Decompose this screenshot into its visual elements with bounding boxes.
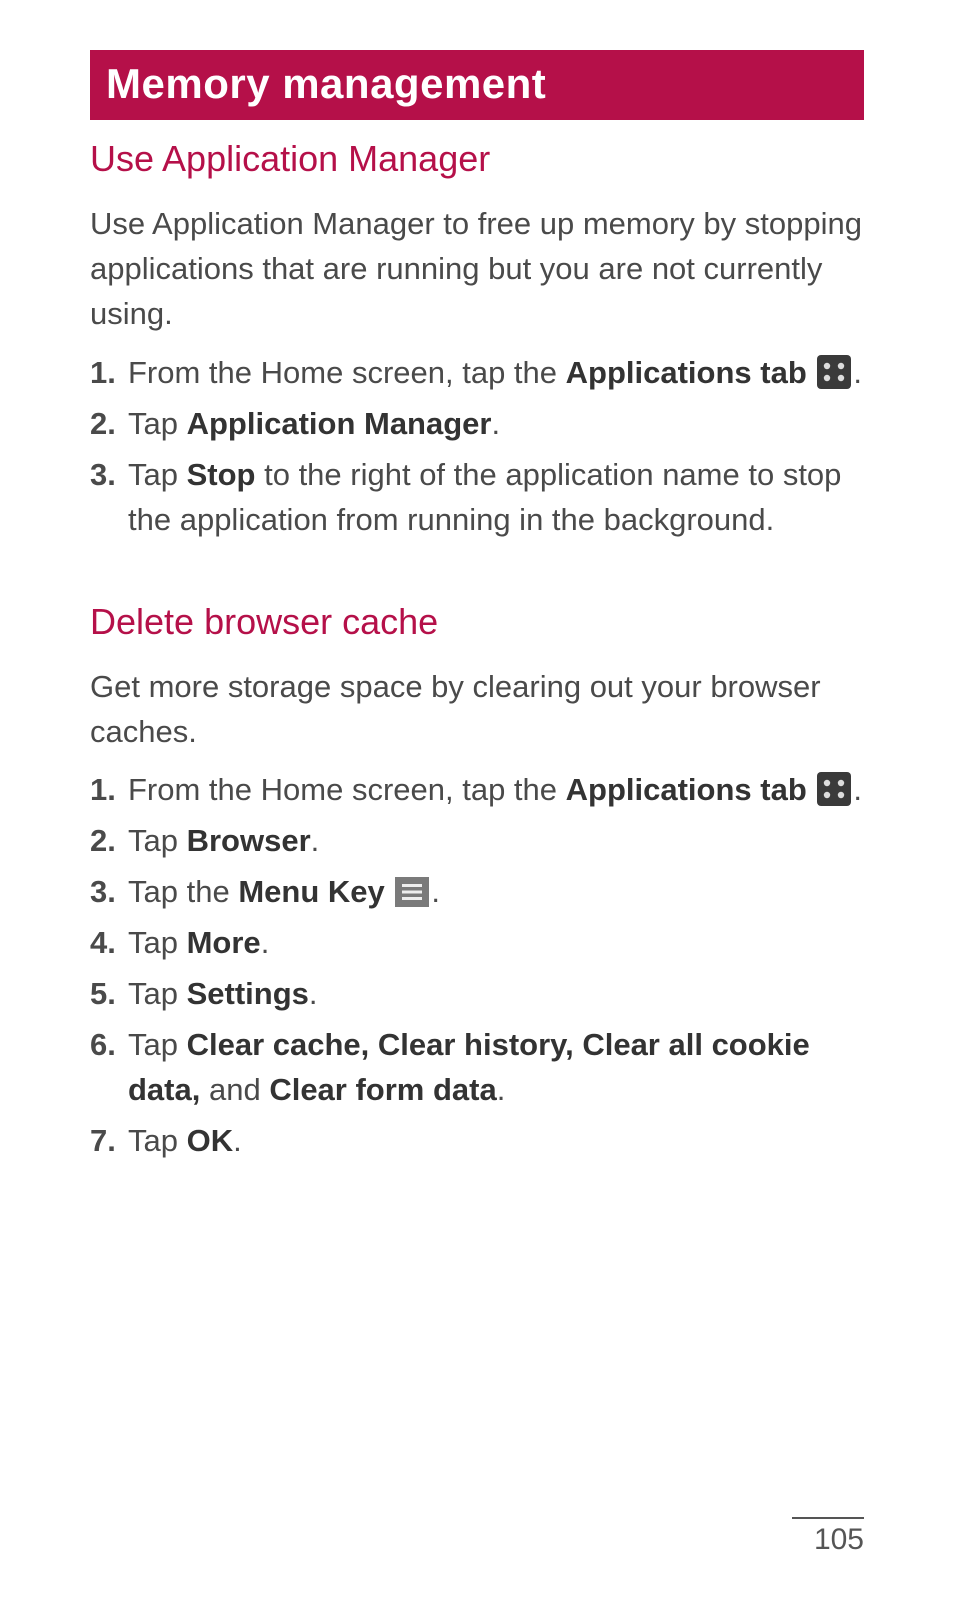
- section-heading-appmgr: Use Application Manager: [90, 138, 864, 180]
- page-number: 105: [792, 1523, 864, 1557]
- apps-tab-icon: [817, 355, 851, 389]
- step-number: 2.: [90, 402, 116, 447]
- steps-list-cache: 1. From the Home screen, tap the Applicat…: [90, 768, 864, 1164]
- step-item: 5. Tap Settings.: [90, 972, 864, 1017]
- apps-tab-icon: [817, 772, 851, 806]
- step-text: Tap OK.: [128, 1123, 242, 1158]
- step-number: 3.: [90, 453, 116, 498]
- section-intro-appmgr: Use Application Manager to free up memor…: [90, 202, 864, 337]
- step-text: From the Home screen, tap the Applicatio…: [128, 355, 862, 390]
- step-item: 1. From the Home screen, tap the Applicat…: [90, 351, 864, 396]
- step-text: Tap Stop to the right of the application…: [128, 457, 841, 537]
- section-heading-cache: Delete browser cache: [90, 601, 864, 643]
- step-number: 6.: [90, 1023, 116, 1068]
- steps-list-appmgr: 1. From the Home screen, tap the Applicat…: [90, 351, 864, 543]
- page-number-container: 105: [792, 1517, 864, 1557]
- step-number: 4.: [90, 921, 116, 966]
- step-item: 7. Tap OK.: [90, 1119, 864, 1164]
- step-item: 4. Tap More.: [90, 921, 864, 966]
- step-text: Tap Settings.: [128, 976, 318, 1011]
- page-title-bar: Memory management: [90, 50, 864, 120]
- step-text: Tap More.: [128, 925, 269, 960]
- step-number: 7.: [90, 1119, 116, 1164]
- step-item: 2. Tap Application Manager.: [90, 402, 864, 447]
- step-number: 3.: [90, 870, 116, 915]
- page-title: Memory management: [106, 60, 546, 107]
- step-number: 5.: [90, 972, 116, 1017]
- page-number-rule: [792, 1517, 864, 1519]
- manual-page: Memory management Use Application Manage…: [0, 0, 954, 1621]
- step-text: Tap Clear cache, Clear history, Clear al…: [128, 1027, 810, 1107]
- step-item: 3. Tap the Menu Key .: [90, 870, 864, 915]
- step-item: 3. Tap Stop to the right of the applicati…: [90, 453, 864, 543]
- menu-key-icon: [395, 877, 429, 907]
- step-number: 2.: [90, 819, 116, 864]
- step-number: 1.: [90, 768, 116, 813]
- step-item: 2. Tap Browser.: [90, 819, 864, 864]
- section-intro-cache: Get more storage space by clearing out y…: [90, 665, 864, 755]
- step-text: Tap the Menu Key .: [128, 874, 440, 909]
- step-number: 1.: [90, 351, 116, 396]
- step-item: 1. From the Home screen, tap the Applicat…: [90, 768, 864, 813]
- step-text: Tap Browser.: [128, 823, 319, 858]
- step-item: 6. Tap Clear cache, Clear history, Clear …: [90, 1023, 864, 1113]
- step-text: Tap Application Manager.: [128, 406, 500, 441]
- step-text: From the Home screen, tap the Applicatio…: [128, 772, 862, 807]
